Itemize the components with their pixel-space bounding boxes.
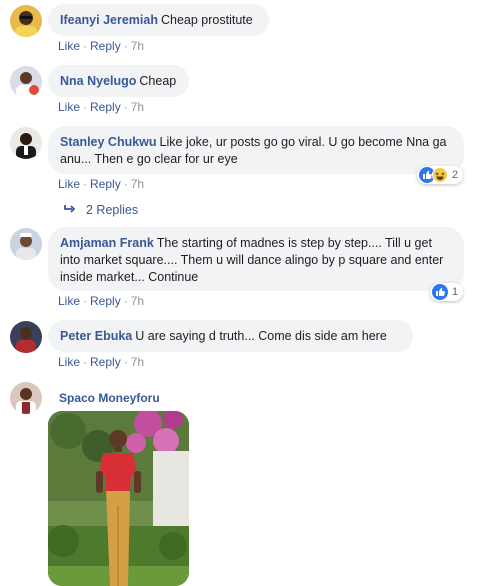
comment-bubble: Stanley Chukwu Like joke, ur posts go go …: [48, 126, 464, 174]
separator: ·: [83, 39, 88, 53]
avatar[interactable]: [10, 382, 42, 414]
reply-arrow-icon: [64, 203, 76, 217]
separator: ·: [123, 177, 128, 191]
avatar[interactable]: [10, 228, 42, 260]
separator: ·: [83, 177, 88, 191]
comment-actions: Like · Reply · 7h: [58, 100, 144, 114]
separator: ·: [123, 100, 128, 114]
haha-reaction-icon: [432, 167, 448, 183]
comment-actions: Like · Reply · 7h: [58, 294, 144, 308]
comment-bubble: Amjaman Frank The starting of madnes is s…: [48, 227, 464, 291]
separator: ·: [123, 355, 128, 369]
comment-text: Cheap prostitute: [160, 13, 253, 27]
separator: ·: [123, 39, 128, 53]
comment-time[interactable]: 7h: [131, 355, 144, 369]
replies-count[interactable]: 2 Replies: [86, 203, 138, 217]
avatar[interactable]: [10, 321, 42, 353]
avatar[interactable]: [10, 127, 42, 159]
comment-text: Cheap: [139, 74, 177, 88]
separator: ·: [83, 100, 88, 114]
avatar[interactable]: [10, 66, 42, 98]
reply-link[interactable]: Reply: [90, 355, 121, 369]
comment-time[interactable]: 7h: [131, 100, 144, 114]
comment-text: U are saying d truth... Come dis side am…: [135, 329, 387, 343]
reply-link[interactable]: Reply: [90, 294, 121, 308]
comment-time[interactable]: 7h: [131, 294, 144, 308]
comment-photo[interactable]: [48, 411, 189, 586]
comment-bubble: Ifeanyi Jeremiah Cheap prostitute: [48, 4, 269, 36]
reaction-count: 2: [452, 169, 459, 181]
view-replies-link[interactable]: 2 Replies: [64, 203, 138, 217]
reaction-summary[interactable]: 1: [430, 283, 464, 301]
comment-author[interactable]: Nna Nyelugo: [60, 74, 136, 88]
like-link[interactable]: Like: [58, 177, 80, 191]
like-link[interactable]: Like: [58, 39, 80, 53]
comment-time[interactable]: 7h: [131, 39, 144, 53]
comment-actions: Like · Reply · 7h: [58, 39, 144, 53]
reply-link[interactable]: Reply: [90, 39, 121, 53]
comment-author[interactable]: Stanley Chukwu: [60, 135, 157, 149]
avatar[interactable]: [10, 5, 42, 37]
like-link[interactable]: Like: [58, 100, 80, 114]
comment-bubble: Nna Nyelugo Cheap: [48, 65, 189, 97]
comment-author[interactable]: Amjaman Frank: [60, 236, 154, 250]
comment-actions: Like · Reply · 7h: [58, 177, 144, 191]
reply-link[interactable]: Reply: [90, 100, 121, 114]
comment-author[interactable]: Spaco Moneyforu: [59, 391, 160, 405]
comment-author[interactable]: Ifeanyi Jeremiah: [60, 13, 158, 27]
comment-author[interactable]: Peter Ebuka: [60, 329, 132, 343]
like-link[interactable]: Like: [58, 355, 80, 369]
reaction-count: 1: [452, 286, 459, 298]
comment-actions: Like · Reply · 7h: [58, 355, 144, 369]
separator: ·: [123, 294, 128, 308]
comment-time[interactable]: 7h: [131, 177, 144, 191]
like-link[interactable]: Like: [58, 294, 80, 308]
separator: ·: [83, 355, 88, 369]
comment-bubble: Peter Ebuka U are saying d truth... Come …: [48, 320, 413, 352]
reaction-summary[interactable]: 2: [417, 166, 464, 184]
like-reaction-icon: [432, 284, 448, 300]
reply-link[interactable]: Reply: [90, 177, 121, 191]
separator: ·: [83, 294, 88, 308]
